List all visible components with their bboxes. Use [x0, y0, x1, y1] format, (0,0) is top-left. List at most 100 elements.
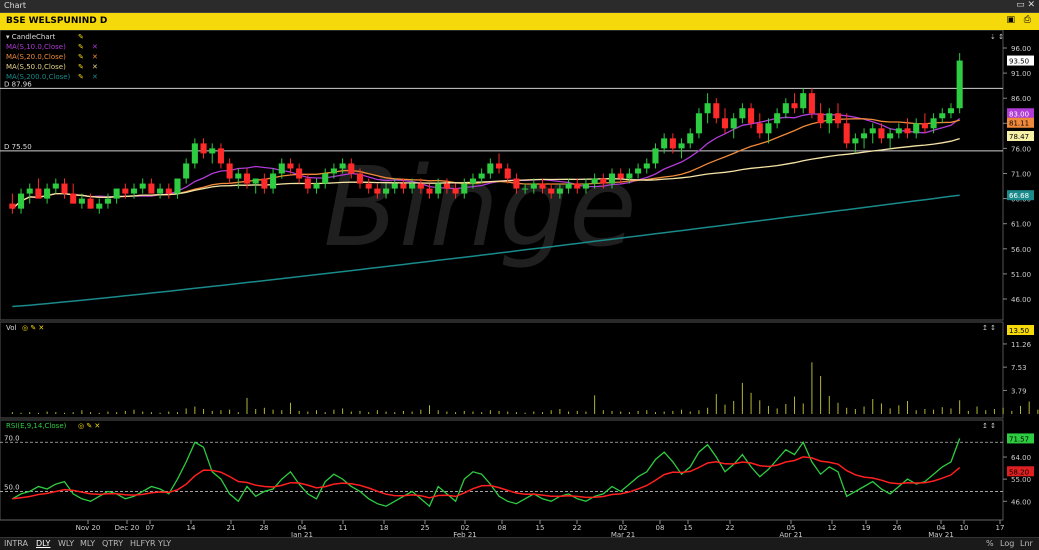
candle — [113, 188, 120, 199]
rsi-legend: RSI(E,9,14,Close) — [6, 422, 67, 430]
rsi-badge: 58.20 — [1009, 468, 1029, 476]
candle — [530, 183, 537, 189]
candle — [565, 183, 572, 189]
legend-edit-icon: ✎ — [78, 63, 84, 71]
candle — [200, 143, 207, 154]
price-badge: 83.00 — [1009, 110, 1029, 118]
candle — [157, 188, 164, 194]
legend-edit-icon: ✎ — [78, 53, 84, 61]
price-ytick-label: 76.00 — [1011, 145, 1031, 153]
timeframe-button-intra[interactable]: INTRA — [4, 539, 28, 548]
candle — [339, 163, 346, 169]
candle — [278, 163, 285, 174]
candle — [26, 188, 33, 194]
candle — [44, 188, 51, 199]
candle — [635, 168, 642, 174]
timeframe-button-wly[interactable]: WLY — [58, 539, 74, 548]
copy-icon[interactable]: ▣ — [1006, 15, 1015, 25]
rsi-ytick-label: 64.00 — [1011, 454, 1031, 462]
candle — [17, 193, 25, 209]
candle — [495, 163, 503, 169]
candle — [252, 178, 259, 184]
legend-edit-icon: ✎ — [78, 33, 84, 41]
vol-badge: 13.50 — [1009, 327, 1029, 335]
window-controls[interactable]: ▭ ✕ — [1016, 0, 1035, 10]
price-legend-item: MA(S,20.0,Close) — [6, 53, 66, 61]
scale-button-log[interactable]: Log — [1000, 539, 1014, 548]
candle — [478, 173, 485, 179]
timeframe-bar: INTRA DLY WLY MLY QTRY HLFYR YLY% Log Lnr — [0, 537, 1039, 550]
rsi-badge: 71.57 — [1009, 435, 1029, 443]
candle — [695, 113, 702, 134]
x-tick-label: Dec 20 — [115, 524, 140, 532]
timeframe-button-hlfyr[interactable]: HLFYR — [130, 539, 156, 548]
x-tick-label: 28 — [260, 524, 269, 532]
rsi-legend-icons: ◎ ✎ ✕ — [78, 422, 100, 430]
vol-ytick-label: 11.26 — [1011, 341, 1032, 349]
scale-button-percent[interactable]: % — [986, 539, 994, 548]
x-tick-label: 21 — [227, 524, 236, 532]
vol-ytick-label: 7.53 — [1011, 364, 1027, 372]
timeframe-button-yly[interactable]: YLY — [158, 539, 171, 548]
x-tick-label: 10 — [960, 524, 969, 532]
candle — [574, 183, 581, 189]
volume-legend: Vol — [6, 324, 17, 332]
price-ytick-label: 96.00 — [1011, 45, 1031, 53]
candle — [96, 203, 103, 209]
candle — [139, 183, 146, 189]
candle — [383, 188, 390, 194]
legend-remove-icon: ✕ — [92, 53, 98, 61]
x-tick-label: 12 — [828, 524, 837, 532]
scale-button-lnr[interactable]: Lnr — [1020, 539, 1033, 548]
panel-arrows-icon: ⇣ ↕ — [990, 33, 1004, 41]
candle — [652, 148, 659, 164]
watermark: Binge — [323, 143, 636, 271]
candle — [913, 123, 920, 134]
candle — [191, 143, 198, 164]
candle — [626, 173, 633, 179]
candle — [35, 188, 42, 199]
candle — [756, 123, 763, 134]
candle — [817, 113, 824, 124]
candle — [330, 168, 337, 174]
candle — [165, 188, 172, 194]
candle — [9, 203, 16, 209]
candle — [313, 183, 320, 189]
symbol-label: BSE WELSPUNIND D — [6, 16, 108, 26]
timeframe-button-qtry[interactable]: QTRY — [102, 539, 123, 548]
candle — [70, 193, 77, 204]
candle — [721, 118, 729, 129]
candle — [443, 183, 450, 189]
timeframe-button-mly[interactable]: MLY — [80, 539, 95, 548]
candle — [930, 118, 937, 129]
price-ytick-label: 51.00 — [1011, 271, 1031, 279]
candle — [887, 133, 894, 139]
candle — [243, 173, 251, 184]
candle — [748, 108, 755, 124]
save-icon[interactable]: ⎙ — [1024, 15, 1031, 25]
price-badge: 81.11 — [1009, 120, 1029, 128]
candle — [556, 188, 563, 194]
price-hline-label: D 75.50 — [4, 143, 32, 151]
candle — [87, 198, 94, 209]
candle — [608, 173, 616, 184]
candle — [808, 93, 815, 114]
price-legend-item: MA(S,200.0,Close) — [6, 73, 71, 81]
candle — [947, 108, 955, 114]
candle — [765, 123, 772, 134]
candle — [435, 183, 442, 194]
x-tick-label: 22 — [573, 524, 582, 532]
candle — [548, 188, 555, 194]
candle — [869, 128, 876, 134]
candle — [713, 103, 720, 119]
chart-area[interactable]: Binge D 87.96 D 75.50 70.0 50.0 96.00 91.00… — [0, 30, 1039, 537]
candle — [391, 183, 398, 189]
candle — [800, 93, 807, 109]
candle — [148, 183, 155, 194]
candle — [104, 198, 111, 204]
candle — [374, 188, 381, 194]
timeframe-button-dly[interactable]: DLY — [36, 539, 50, 548]
candle — [322, 173, 329, 184]
candle — [304, 178, 311, 189]
candle — [461, 183, 468, 194]
